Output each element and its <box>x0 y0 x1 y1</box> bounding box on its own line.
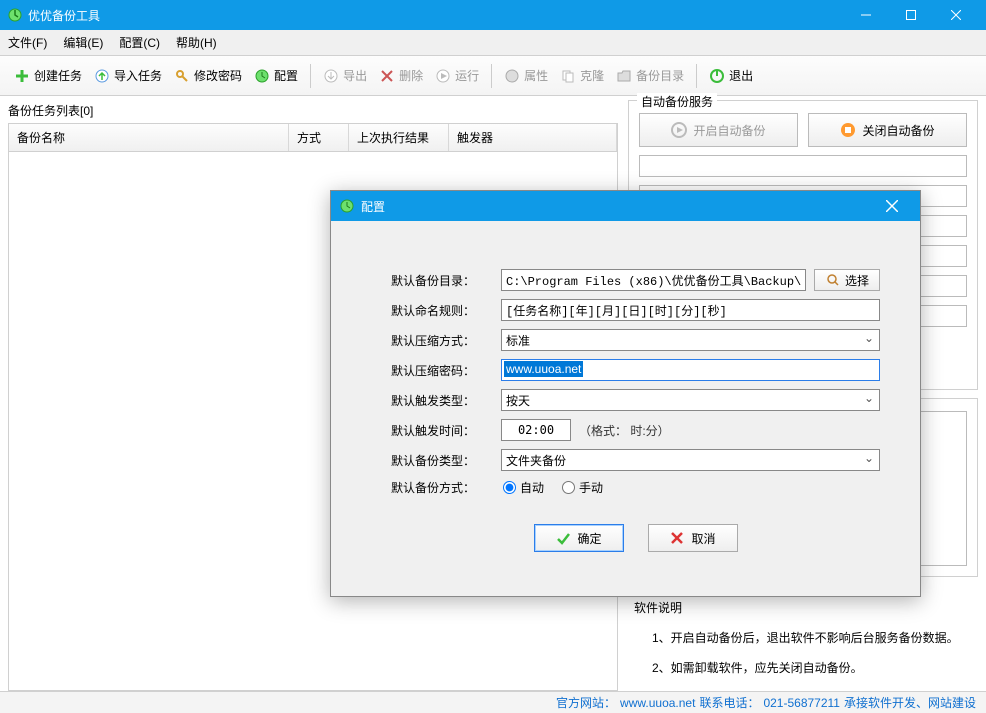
col-name[interactable]: 备份名称 <box>9 124 289 151</box>
play-icon <box>435 68 451 84</box>
cancel-icon <box>669 530 685 546</box>
service-field-1[interactable] <box>639 155 967 177</box>
window-title: 优优备份工具 <box>28 7 843 24</box>
stop-autobackup-button[interactable]: 关闭自动备份 <box>808 113 967 147</box>
triggertime-hint: （格式： 时:分） <box>579 422 670 439</box>
delete-button[interactable]: 删除 <box>373 63 429 88</box>
properties-button[interactable]: 属性 <box>498 63 554 88</box>
create-task-button[interactable]: 创建任务 <box>8 63 88 88</box>
exit-icon <box>709 68 725 84</box>
ok-button[interactable]: 确定 <box>534 524 624 552</box>
backup-dir-button[interactable]: 备份目录 <box>610 63 690 88</box>
label-backuptype: 默认备份类型： <box>391 452 501 469</box>
desc-title: 软件说明 <box>634 593 972 623</box>
table-header: 备份名称 方式 上次执行结果 触发器 <box>8 123 618 152</box>
statusbar: 官方网站： www.uuoa.net 联系电话： 021-56877211 承接… <box>0 691 986 713</box>
clone-button[interactable]: 克隆 <box>554 63 610 88</box>
desc-line-1: 1、开启自动备份后，退出软件不影响后台服务备份数据。 <box>634 623 972 653</box>
exit-button[interactable]: 退出 <box>703 63 759 88</box>
label-backupdir: 默认备份目录： <box>391 272 501 289</box>
label-backupmode: 默认备份方式： <box>391 479 501 496</box>
import-task-button[interactable]: 导入任务 <box>88 63 168 88</box>
label-password: 默认压缩密码： <box>391 362 501 379</box>
input-password[interactable]: www.uuoa.net <box>501 359 880 381</box>
menubar: 文件(F) 编辑(E) 配置(C) 帮助(H) <box>0 30 986 56</box>
software-description: 软件说明 1、开启自动备份后，退出软件不影响后台服务备份数据。 2、如需卸载软件… <box>628 585 978 691</box>
cancel-button[interactable]: 取消 <box>648 524 738 552</box>
label-triggertype: 默认触发类型： <box>391 392 501 409</box>
key-icon <box>174 68 190 84</box>
export-icon <box>323 68 339 84</box>
menu-edit[interactable]: 编辑(E) <box>63 34 103 51</box>
run-button[interactable]: 运行 <box>429 63 485 88</box>
maximize-button[interactable] <box>888 0 933 30</box>
col-trigger[interactable]: 触发器 <box>449 124 617 151</box>
copy-icon <box>560 68 576 84</box>
config-dialog: 配置 默认备份目录： 选择 默认命名规则： 默认压缩方式： 默认压缩密码： ww… <box>330 190 921 597</box>
browse-button[interactable]: 选择 <box>814 269 880 291</box>
separator <box>491 64 492 88</box>
radio-auto[interactable]: 自动 <box>503 479 544 496</box>
label-compress: 默认压缩方式： <box>391 332 501 349</box>
dialog-icon <box>339 198 355 214</box>
dialog-title: 配置 <box>361 198 385 215</box>
dialog-titlebar[interactable]: 配置 <box>331 191 920 221</box>
status-site-link[interactable]: www.uuoa.net <box>620 696 695 710</box>
config-button[interactable]: 配置 <box>248 63 304 88</box>
col-lastresult[interactable]: 上次执行结果 <box>349 124 449 151</box>
search-icon <box>825 272 841 288</box>
play-grey-icon <box>671 122 687 138</box>
toolbar: 创建任务 导入任务 修改密码 配置 导出 删除 运行 属性 克隆 备份目录 退出 <box>0 56 986 96</box>
label-naming: 默认命名规则： <box>391 302 501 319</box>
group-title-service: 自动备份服务 <box>637 93 717 110</box>
delete-icon <box>379 68 395 84</box>
select-triggertype[interactable] <box>501 389 880 411</box>
desc-line-2: 2、如需卸载软件，应先关闭自动备份。 <box>634 653 972 683</box>
clock-icon <box>254 68 270 84</box>
stop-icon <box>840 122 856 138</box>
dialog-body: 默认备份目录： 选择 默认命名规则： 默认压缩方式： 默认压缩密码： www.u… <box>331 221 920 596</box>
radio-manual[interactable]: 手动 <box>562 479 603 496</box>
input-backupdir[interactable] <box>501 269 806 291</box>
menu-config[interactable]: 配置(C) <box>119 34 160 51</box>
change-password-button[interactable]: 修改密码 <box>168 63 248 88</box>
menu-file[interactable]: 文件(F) <box>8 34 47 51</box>
status-phone: 021-56877211 <box>763 696 840 710</box>
close-button[interactable] <box>933 0 978 30</box>
task-list-label: 备份任务列表[0] <box>8 100 618 123</box>
titlebar: 优优备份工具 <box>0 0 986 30</box>
label-triggertime: 默认触发时间： <box>391 422 501 439</box>
select-backuptype[interactable] <box>501 449 880 471</box>
col-mode[interactable]: 方式 <box>289 124 349 151</box>
clock-grey-icon <box>504 68 520 84</box>
import-icon <box>94 68 110 84</box>
check-icon <box>555 530 571 546</box>
start-autobackup-button[interactable]: 开启自动备份 <box>639 113 798 147</box>
status-site-label: 官方网站： <box>556 694 616 711</box>
status-tail: 承接软件开发、网站建设 <box>844 694 976 711</box>
select-compress[interactable] <box>501 329 880 351</box>
export-button[interactable]: 导出 <box>317 63 373 88</box>
input-triggertime[interactable] <box>501 419 571 441</box>
plus-icon <box>14 68 30 84</box>
separator <box>696 64 697 88</box>
dialog-close-button[interactable] <box>872 191 912 221</box>
minimize-button[interactable] <box>843 0 888 30</box>
app-icon <box>8 8 22 22</box>
folder-icon <box>616 68 632 84</box>
menu-help[interactable]: 帮助(H) <box>176 34 217 51</box>
input-naming[interactable] <box>501 299 880 321</box>
status-phone-label: 联系电话： <box>699 694 759 711</box>
separator <box>310 64 311 88</box>
